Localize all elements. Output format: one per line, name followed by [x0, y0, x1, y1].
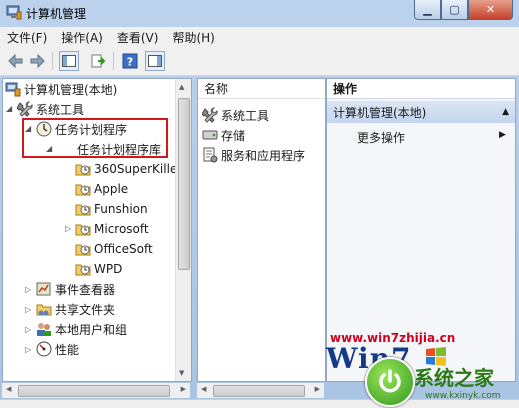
- scheduled-folder-icon: [75, 201, 91, 217]
- expand-arrow-closed-icon[interactable]: ▷: [65, 224, 71, 233]
- scrollbar-thumb[interactable]: [178, 98, 190, 270]
- tree-item-performance[interactable]: 性能: [36, 339, 79, 359]
- system-tools-icon: [17, 101, 33, 117]
- scrollbar-thumb[interactable]: [213, 385, 305, 397]
- list-horizontal-scrollbar[interactable]: ◀ ▶: [197, 383, 324, 398]
- expand-arrow-open-icon[interactable]: ◢: [6, 104, 12, 113]
- scroll-right-arrow-icon[interactable]: ▶: [315, 385, 320, 393]
- shared-folder-icon: [36, 301, 52, 317]
- submenu-arrow-icon[interactable]: ▶: [499, 130, 506, 140]
- local-users-label: 本地用户和组: [55, 322, 128, 337]
- scheduled-folder-icon: [75, 161, 91, 177]
- tree-item-task-folder[interactable]: WPD: [75, 259, 122, 279]
- tree-item-local-users[interactable]: 本地用户和组: [36, 319, 127, 339]
- toolbar-separator-2: [113, 52, 114, 70]
- event-viewer-label: 事件查看器: [55, 282, 116, 297]
- tree-item-task-folder[interactable]: OfficeSoft: [75, 239, 153, 259]
- event-viewer-icon: [36, 281, 52, 297]
- scheduled-folder-icon: [75, 241, 91, 257]
- scroll-right-arrow-icon[interactable]: ▶: [181, 385, 186, 393]
- window-title: 计算机管理: [26, 7, 87, 21]
- performance-label: 性能: [55, 342, 80, 357]
- svg-text:?: ?: [127, 56, 133, 69]
- task-folder-label: Microsoft: [94, 222, 149, 236]
- computer-management-icon: [5, 81, 21, 97]
- tree-item-shared-folders[interactable]: 共享文件夹: [36, 299, 115, 319]
- system-tools-icon: [202, 107, 218, 123]
- back-arrow-icon[interactable]: [6, 51, 26, 71]
- tree-item-task-folder[interactable]: Microsoft: [75, 219, 149, 239]
- show-tree-icon[interactable]: [59, 51, 79, 71]
- export-list-icon[interactable]: [88, 51, 108, 71]
- watermark-power-logo-icon: [365, 357, 415, 407]
- menu-help[interactable]: 帮助(H): [165, 29, 221, 46]
- scheduled-folder-icon: [75, 181, 91, 197]
- list-item[interactable]: 服务和应用程序: [202, 145, 305, 165]
- list-item-label: 系统工具: [221, 108, 270, 123]
- tree-item-task-folder[interactable]: Funshion: [75, 199, 148, 219]
- scroll-left-arrow-icon[interactable]: ◀: [201, 385, 206, 393]
- scroll-up-arrow-icon[interactable]: ▲: [179, 83, 184, 91]
- list-item-label: 服务和应用程序: [221, 148, 306, 163]
- action-pane-title: 操作: [327, 79, 515, 99]
- maximize-button[interactable]: ▢: [441, 0, 468, 20]
- storage-icon: [202, 127, 218, 143]
- tree-item-event-viewer[interactable]: 事件查看器: [36, 279, 115, 299]
- title-bar[interactable]: 计算机管理 ▁ ▢ ✕: [0, 0, 519, 26]
- task-folder-label: Funshion: [94, 202, 148, 216]
- close-button[interactable]: ✕: [468, 0, 513, 20]
- more-actions-item[interactable]: 更多操作: [357, 127, 405, 147]
- results-list-pane[interactable]: 名称 系统工具 存储 服务和应用程序: [197, 78, 326, 382]
- computer-management-app-icon: [6, 5, 22, 20]
- list-item-label: 存储: [221, 128, 246, 143]
- task-folder-label: OfficeSoft: [94, 242, 153, 256]
- expand-arrow-closed-icon[interactable]: ▷: [25, 345, 31, 354]
- show-action-pane-icon[interactable]: [145, 51, 165, 71]
- forward-arrow-icon[interactable]: [27, 51, 47, 71]
- task-folder-label: 360SuperKille: [94, 162, 178, 176]
- tree-root-label: 计算机管理(本地): [24, 82, 118, 97]
- column-header-name[interactable]: 名称: [198, 79, 325, 99]
- collapse-arrow-icon[interactable]: ▲: [502, 107, 509, 117]
- scrollbar-thumb[interactable]: [18, 385, 170, 397]
- tree-vertical-scrollbar[interactable]: ▲ ▼: [175, 79, 191, 381]
- scroll-left-arrow-icon[interactable]: ◀: [6, 385, 11, 393]
- computer-management-window: 计算机管理 ▁ ▢ ✕ 文件(F) 操作(A) 查看(V) 帮助(H) ? 计算…: [0, 0, 519, 408]
- expand-arrow-closed-icon[interactable]: ▷: [25, 285, 31, 294]
- services-applications-icon: [202, 147, 218, 163]
- watermark-url-secondary: www.kxinyk.com: [425, 391, 501, 401]
- action-section-label: 计算机管理(本地): [333, 105, 427, 120]
- menu-action[interactable]: 操作(A): [54, 29, 110, 46]
- more-actions-label: 更多操作: [357, 130, 406, 145]
- shared-folders-label: 共享文件夹: [55, 302, 116, 317]
- system-tools-label: 系统工具: [36, 102, 85, 117]
- menu-bar: 文件(F) 操作(A) 查看(V) 帮助(H): [0, 27, 519, 47]
- users-icon: [36, 321, 52, 337]
- performance-gauge-icon: [36, 341, 52, 357]
- tree-horizontal-scrollbar[interactable]: ◀ ▶: [2, 383, 190, 398]
- list-item[interactable]: 存储: [202, 125, 245, 145]
- tree-item-task-folder[interactable]: 360SuperKille: [75, 159, 177, 179]
- menu-view[interactable]: 查看(V): [110, 29, 166, 46]
- tree-root-computer-management[interactable]: 计算机管理(本地): [5, 79, 117, 99]
- task-folder-label: Apple: [94, 182, 129, 196]
- window-controls: ▁ ▢ ✕: [414, 0, 513, 20]
- help-icon[interactable]: ?: [120, 51, 140, 71]
- toolbar-separator: [52, 52, 53, 70]
- tree-item-task-folder[interactable]: Apple: [75, 179, 128, 199]
- toolbar: ?: [0, 47, 519, 76]
- highlight-annotation-box: [22, 118, 168, 158]
- minimize-button[interactable]: ▁: [414, 0, 441, 20]
- action-pane-section-computer-management[interactable]: 计算机管理(本地) ▲: [327, 101, 515, 123]
- task-folder-label: WPD: [94, 262, 123, 276]
- scheduled-folder-icon: [75, 221, 91, 237]
- scheduled-folder-icon: [75, 261, 91, 277]
- expand-arrow-closed-icon[interactable]: ▷: [25, 325, 31, 334]
- watermark-cn-text: 系统之家: [414, 366, 494, 390]
- menu-file[interactable]: 文件(F): [0, 29, 54, 46]
- expand-arrow-closed-icon[interactable]: ▷: [25, 305, 31, 314]
- scroll-down-arrow-icon[interactable]: ▼: [179, 369, 184, 377]
- list-item[interactable]: 系统工具: [202, 105, 269, 125]
- tree-item-system-tools[interactable]: 系统工具: [17, 99, 84, 119]
